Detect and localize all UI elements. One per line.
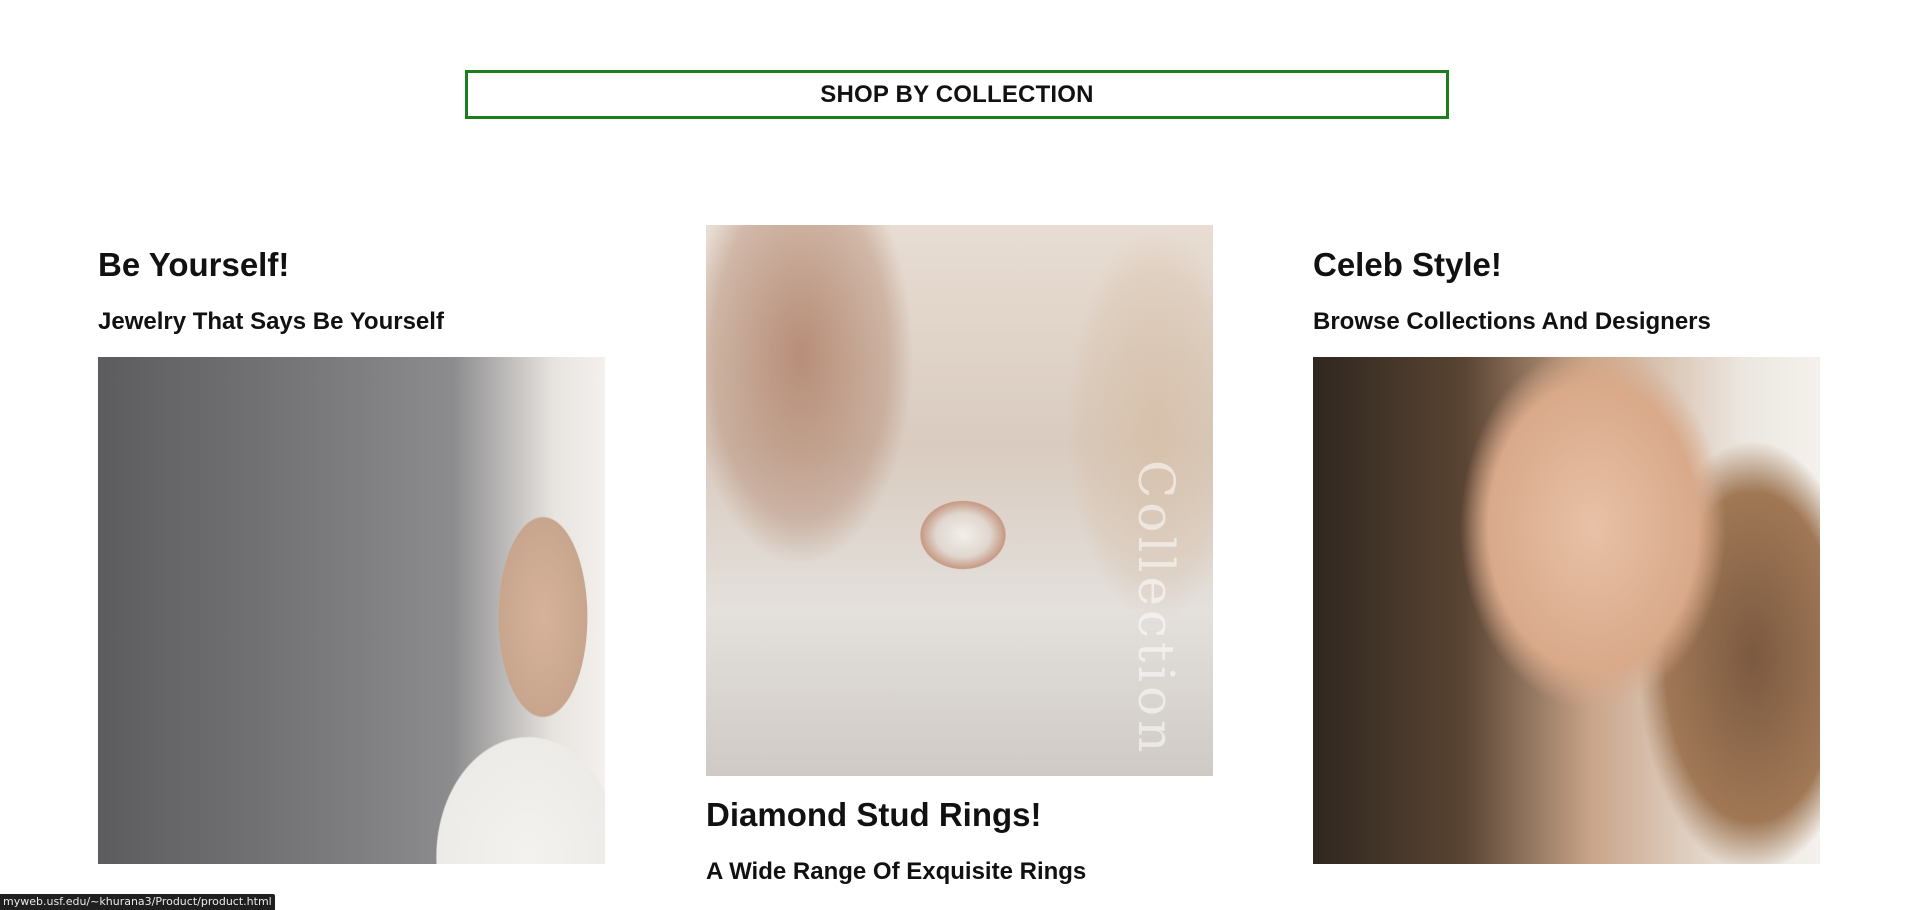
card-title: Be Yourself! xyxy=(98,246,290,283)
image-watermark: Collection xyxy=(1127,460,1185,757)
card-subtitle: Jewelry That Says Be Yourself xyxy=(98,308,444,335)
card-subtitle: Browse Collections And Designers xyxy=(1313,308,1711,335)
shop-by-collection-banner[interactable]: SHOP BY COLLECTION xyxy=(465,70,1449,119)
collection-image-be-yourself[interactable] xyxy=(98,357,605,864)
collection-image-celeb-style[interactable] xyxy=(1313,357,1820,864)
card-subtitle: A Wide Range Of Exquisite Rings xyxy=(706,858,1087,885)
status-bar-url: myweb.usf.edu/~khurana3/Product/product.… xyxy=(0,894,275,910)
card-title: Celeb Style! xyxy=(1313,246,1502,283)
collection-image-diamond-ring[interactable]: Collection xyxy=(706,225,1213,776)
card-title: Diamond Stud Rings! xyxy=(706,796,1042,833)
